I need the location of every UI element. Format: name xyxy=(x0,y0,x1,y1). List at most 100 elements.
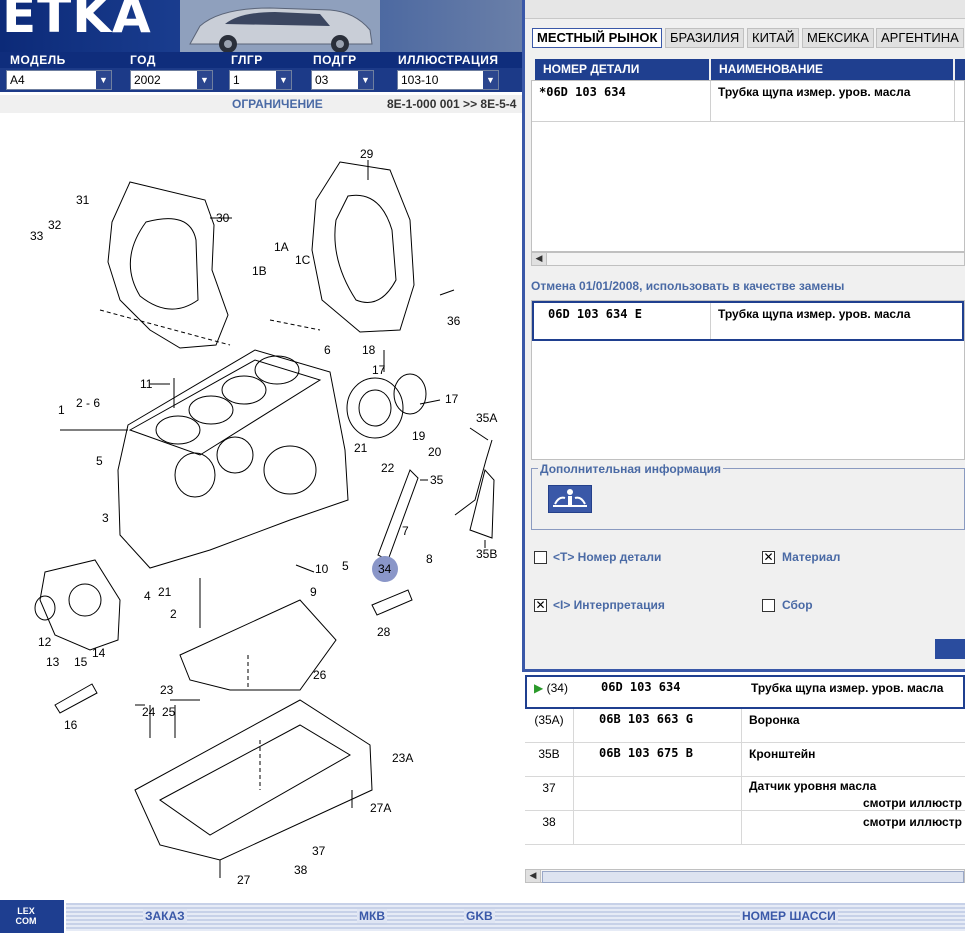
tab-local-market[interactable]: МЕСТНЫЙ РЫНОК xyxy=(532,28,663,48)
assembly-checkbox[interactable] xyxy=(762,599,775,612)
callout-25: 25 xyxy=(162,705,176,719)
restriction-value: 8E-1-000 001 >> 8E-5-4 xyxy=(387,97,517,111)
material-option-label[interactable]: Материал xyxy=(782,550,840,564)
info-icon[interactable] xyxy=(548,485,592,513)
callout-35a: 35A xyxy=(476,411,497,425)
list-item[interactable]: (35A) 06B 103 663 G Воронка xyxy=(525,709,965,743)
tab-argentina[interactable]: АРГЕНТИНА xyxy=(876,28,964,48)
callout-34[interactable]: 34 xyxy=(378,562,392,576)
column-divider xyxy=(741,811,742,845)
replacement-number-cell: 06D 103 634 E xyxy=(548,307,642,321)
column-header-part-number[interactable]: НОМЕР ДЕТАЛИ xyxy=(535,59,709,80)
column-divider xyxy=(573,811,574,845)
table-row[interactable]: 06D 103 634 E Трубка щупа измер. уров. м… xyxy=(532,301,964,341)
year-select[interactable]: 2002 ▼ xyxy=(130,70,213,90)
gasket-29 xyxy=(311,161,415,333)
column-divider xyxy=(710,303,711,339)
interpretation-option-label[interactable]: <I> Интерпретация xyxy=(553,598,665,612)
callout-27: 27 xyxy=(237,873,251,887)
chevron-down-icon[interactable]: ▼ xyxy=(197,71,212,89)
column-header-name[interactable]: НАИМЕНОВАНИЕ xyxy=(711,59,953,80)
oil-pan-23 xyxy=(134,699,373,861)
position-cell: (35A) xyxy=(534,713,564,727)
part-number-cell: 06B 103 663 G xyxy=(599,712,693,726)
tab-china[interactable]: КИТАЙ xyxy=(747,28,800,48)
callout-1: 1 xyxy=(58,403,65,417)
interpretation-checkbox[interactable]: ✕ xyxy=(534,599,547,612)
chassis-number-link[interactable]: НОМЕР ШАССИ xyxy=(740,909,838,923)
parts-list: ▶ (34) 06D 103 634 Трубка щупа измер. ур… xyxy=(525,675,965,869)
gkb-link[interactable]: GKB xyxy=(464,909,495,923)
see-illustration-note[interactable]: смотри иллюстр xyxy=(863,796,962,810)
callout-10: 10 xyxy=(315,562,329,576)
main-group-value: 1 xyxy=(233,73,240,87)
callout-12: 12 xyxy=(38,635,52,649)
list-item-selected[interactable]: ▶ (34) 06D 103 634 Трубка щупа измер. ур… xyxy=(525,675,965,709)
lexcom-logo: LEX COM xyxy=(0,900,64,933)
scroll-left-icon[interactable]: ◀ xyxy=(526,870,541,882)
ok-button[interactable] xyxy=(935,639,965,659)
exploded-diagram[interactable]: 29 30 31 32 33 1A 1B 1C 36 6 18 17 17 11… xyxy=(0,118,522,898)
chevron-down-icon[interactable]: ▼ xyxy=(96,71,111,89)
mkb-link[interactable]: МКВ xyxy=(357,909,387,923)
position-cell: 37 xyxy=(542,781,556,795)
list-item[interactable]: 37 Датчик уровня масла смотри иллюстр xyxy=(525,777,965,811)
callout-29: 29 xyxy=(360,147,374,161)
callout-13: 13 xyxy=(46,655,60,669)
main-group-label: ГЛГР xyxy=(231,53,263,67)
seal-17 xyxy=(393,373,427,415)
part-number-checkbox[interactable] xyxy=(534,551,547,564)
callout-11: 11 xyxy=(140,377,153,391)
order-link[interactable]: ЗАКАЗ xyxy=(143,909,187,923)
callout-36: 36 xyxy=(447,314,461,328)
callout-20: 20 xyxy=(428,445,442,459)
list-item[interactable]: 35B 06B 103 675 B Кронштейн xyxy=(525,743,965,777)
callout-17a: 17 xyxy=(372,363,386,377)
part-name-cell: Кронштейн xyxy=(749,747,816,761)
parts-list-scrollbar[interactable]: ◀ xyxy=(525,869,965,883)
subgroup-select[interactable]: 03 ▼ xyxy=(311,70,374,90)
material-checkbox[interactable]: ✕ xyxy=(762,551,775,564)
illustration-select[interactable]: 103-10 ▼ xyxy=(397,70,499,90)
chevron-down-icon[interactable]: ▼ xyxy=(276,71,291,89)
see-illustration-note[interactable]: смотри иллюстр xyxy=(863,815,962,829)
part-name-cell: Трубка щупа измер. уров. масла xyxy=(751,681,944,695)
callout-37: 37 xyxy=(312,844,326,858)
year-label: ГОД xyxy=(130,53,156,67)
callout-1b: 1B xyxy=(252,264,267,278)
callout-5b: 5 xyxy=(342,559,349,573)
app-logo: ETKA xyxy=(2,0,152,44)
column-divider xyxy=(741,743,742,777)
callout-7: 7 xyxy=(402,524,409,538)
column-divider xyxy=(954,81,955,121)
part-number-option-label[interactable]: <T> Номер детали xyxy=(553,550,661,564)
part-name-cell: Датчик уровня масла xyxy=(749,779,877,793)
model-select[interactable]: A4 ▼ xyxy=(6,70,112,90)
position-cell: ▶ (34) xyxy=(527,681,575,695)
horizontal-scrollbar[interactable]: ◀ xyxy=(531,252,965,266)
main-group-select[interactable]: 1 ▼ xyxy=(229,70,292,90)
list-item[interactable]: 38 смотри иллюстр xyxy=(525,811,965,845)
tab-brazil[interactable]: БРАЗИЛИЯ xyxy=(665,28,745,48)
callout-15: 15 xyxy=(74,655,88,669)
assembly-option-label[interactable]: Сбор xyxy=(782,598,813,612)
oil-pump xyxy=(39,559,121,651)
callout-21a: 21 xyxy=(354,441,368,455)
column-header-extra[interactable] xyxy=(955,59,965,80)
callout-38: 38 xyxy=(294,863,308,877)
callout-35: 35 xyxy=(430,473,444,487)
replacement-label: Отмена 01/01/2008, использовать в качест… xyxy=(531,279,845,293)
model-value: A4 xyxy=(10,73,25,87)
chevron-down-icon[interactable]: ▼ xyxy=(358,71,373,89)
subgroup-label: ПОДГР xyxy=(313,53,357,67)
chevron-down-icon[interactable]: ▼ xyxy=(483,71,498,89)
callout-21b: 21 xyxy=(158,585,172,599)
part-number-cell: 06D 103 634 xyxy=(601,680,681,694)
scroll-thumb[interactable] xyxy=(542,871,964,883)
scroll-left-icon[interactable]: ◀ xyxy=(532,253,547,265)
tab-mexico[interactable]: МЕКСИКА xyxy=(802,28,874,48)
callout-8: 8 xyxy=(426,552,433,566)
callout-23: 23 xyxy=(160,683,174,697)
table-row[interactable]: *06D 103 634 Трубка щупа измер. уров. ма… xyxy=(532,81,964,122)
column-divider xyxy=(741,777,742,811)
